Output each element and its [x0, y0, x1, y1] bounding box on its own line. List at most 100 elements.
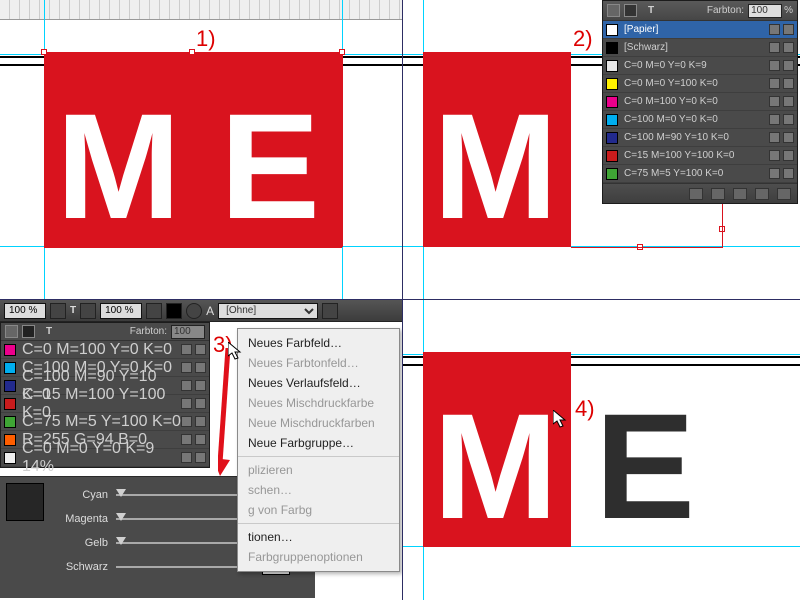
swatch-chip	[606, 168, 618, 180]
letter-e: E	[220, 80, 316, 253]
swatch-chip	[4, 380, 16, 392]
swatch-row[interactable]: C=0 M=100 Y=0 K=0	[603, 93, 797, 111]
swatch-row[interactable]: C=100 M=0 Y=0 K=0	[603, 111, 797, 129]
tint-input[interactable]	[171, 325, 205, 339]
menu-item[interactable]: Neue Farbgruppe…	[238, 433, 399, 453]
swatch-name: C=0 M=100 Y=0 K=0	[624, 96, 718, 107]
slider-knob[interactable]	[116, 537, 126, 545]
type-ico	[195, 344, 206, 355]
swatch-chip	[4, 416, 16, 428]
swatch-type-icon	[783, 96, 794, 107]
swatch-row[interactable]: C=75 M=5 Y=100 K=0	[1, 413, 209, 431]
mode-ico	[181, 380, 192, 391]
trash-icon[interactable]	[777, 188, 791, 200]
swatch-row[interactable]: C=0 M=100 Y=0 K=0	[1, 341, 209, 359]
swatch-flyout-menu[interactable]: Neues Farbfeld…Neues Farbtonfeld…Neues V…	[237, 328, 400, 572]
show-options-icon[interactable]	[689, 188, 703, 200]
swatches-panel[interactable]: T Farbton: % [Papier] [Schwarz] C=0 M=0 …	[602, 0, 798, 204]
slider-track[interactable]	[116, 566, 256, 568]
fill-stroke-icon[interactable]	[607, 4, 620, 17]
slider-label: Schwarz	[56, 561, 108, 573]
char-a-icon[interactable]: A	[206, 304, 214, 318]
type-icon[interactable]: T	[70, 305, 76, 316]
swatch-mode-icon	[769, 114, 780, 125]
cursor-icon	[553, 410, 569, 428]
swatch-row[interactable]: C=15 M=100 Y=100 K=0	[603, 147, 797, 165]
red-rect-4[interactable]: M	[423, 352, 571, 547]
selection-handle[interactable]	[41, 49, 47, 55]
zoom-a[interactable]: 100 %	[4, 303, 46, 319]
letter-e-dark[interactable]: E	[595, 380, 691, 553]
swatch-chip	[606, 78, 618, 90]
letter-m: M	[56, 80, 177, 253]
slider-track[interactable]	[116, 542, 256, 544]
divider-h	[0, 299, 800, 300]
selection-handle[interactable]	[189, 49, 195, 55]
tool-icon[interactable]	[80, 303, 96, 319]
swatch-name: C=75 M=5 Y=100 K=0	[22, 413, 181, 431]
stroke-icon[interactable]	[624, 4, 637, 17]
flyout-icon[interactable]	[322, 303, 338, 319]
red-rect-1[interactable]: M E	[44, 52, 342, 247]
stroke-icon[interactable]	[22, 325, 35, 338]
swatch-row[interactable]: C=100 M=90 Y=10 K=0	[603, 129, 797, 147]
swatch-chip	[606, 132, 618, 144]
swatch-row[interactable]: C=0 M=0 Y=0 K=9	[603, 57, 797, 75]
swatch-chip	[4, 344, 16, 356]
red-rect-2[interactable]: M	[423, 52, 571, 247]
round-icon[interactable]	[186, 303, 202, 319]
tint-input[interactable]	[748, 4, 782, 18]
folder-icon[interactable]	[711, 188, 725, 200]
swatch-row[interactable]: [Schwarz]	[603, 39, 797, 57]
new-swatch-icon[interactable]	[755, 188, 769, 200]
type-t-icon[interactable]: T	[644, 5, 658, 16]
tool-icon[interactable]	[50, 303, 66, 319]
swatch-chip	[606, 24, 618, 36]
swatch-mode-icon	[769, 132, 780, 143]
slider-knob[interactable]	[116, 489, 126, 497]
swatch-type-icon	[783, 114, 794, 125]
mode-ico	[181, 434, 192, 445]
swatch-name: C=100 M=0 Y=0 K=0	[624, 114, 718, 125]
swatch-type-icon	[783, 168, 794, 179]
swatch-chip	[606, 150, 618, 162]
swatch-chip	[4, 398, 16, 410]
menu-item[interactable]: tionen…	[238, 527, 399, 547]
swatch-name: C=15 M=100 Y=100 K=0	[624, 150, 734, 161]
letter-m: M	[433, 380, 554, 553]
selection-handle[interactable]	[339, 49, 345, 55]
slider-track[interactable]	[116, 518, 256, 520]
swatch-mode-icon	[769, 60, 780, 71]
style-dropdown[interactable]: [Ohne]	[218, 303, 318, 319]
swatches-panel-3[interactable]: T Farbton: C=0 M=100 Y=0 K=0 C=100 M=0 Y…	[0, 322, 210, 468]
swatch-row[interactable]: C=0 M=0 Y=100 K=0	[603, 75, 797, 93]
control-bar: 100 % T 100 % A [Ohne]	[0, 300, 402, 322]
slider-track[interactable]	[116, 494, 256, 496]
zoom-b[interactable]: 100 %	[100, 303, 142, 319]
swatch-row[interactable]: C=75 M=5 Y=100 K=0	[603, 165, 797, 183]
swatch-name: C=0 M=0 Y=100 K=0	[624, 78, 718, 89]
fill-black-icon[interactable]	[166, 303, 182, 319]
menu-item[interactable]: Neues Farbfeld…	[238, 333, 399, 353]
swatch-row[interactable]: C=15 M=100 Y=100 K=0	[1, 395, 209, 413]
slider-knob[interactable]	[116, 513, 126, 521]
swatch-mode-icon	[769, 78, 780, 89]
step-2-label: 2)	[573, 26, 593, 52]
swatch-mode-icon	[769, 150, 780, 161]
swatches-head: T Farbton: %	[603, 1, 797, 21]
menu-item[interactable]: Neues Verlaufsfeld…	[238, 373, 399, 393]
type-t-icon[interactable]: T	[42, 326, 56, 337]
swatch-row[interactable]: C=0 M=0 Y=0 K=9 14%	[1, 449, 209, 467]
tool-icon[interactable]	[146, 303, 162, 319]
tint-label: Farbton:	[130, 326, 167, 337]
swatch-name: C=0 M=0 Y=0 K=9	[624, 60, 707, 71]
swatch-chip	[606, 42, 618, 54]
swatch-name: [Schwarz]	[624, 42, 668, 53]
swatch-row[interactable]: [Papier]	[603, 21, 797, 39]
fill-icon[interactable]	[5, 325, 18, 338]
selection-edge	[342, 52, 343, 247]
swatch-mode-icon	[769, 42, 780, 53]
new-group-icon[interactable]	[733, 188, 747, 200]
type-ico	[195, 416, 206, 427]
panel-q4: M E 4)	[403, 300, 800, 600]
